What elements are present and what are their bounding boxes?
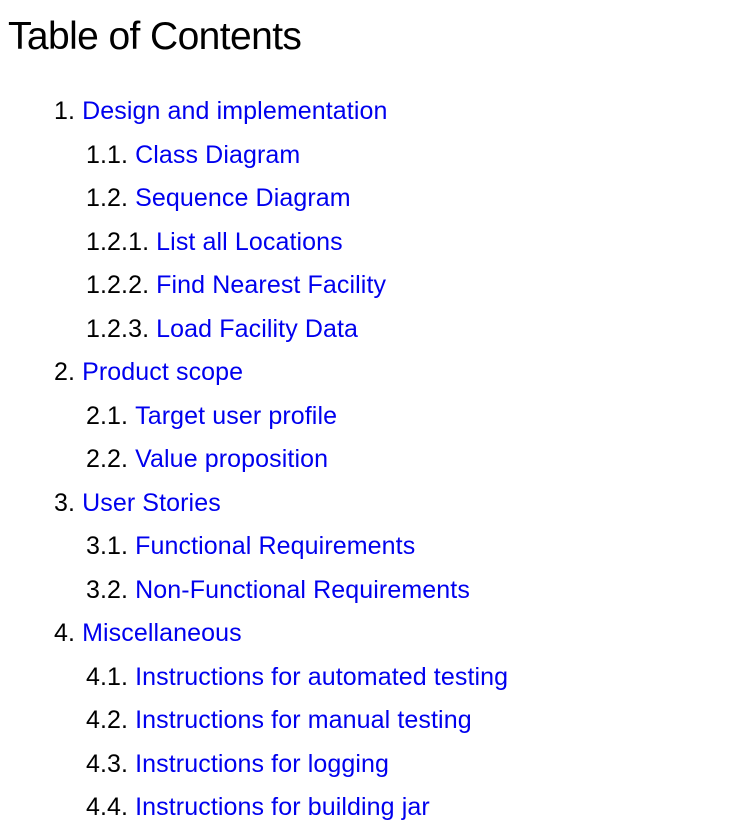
toc-item-list-all-locations: 1.2.1. List all Locations <box>0 221 750 265</box>
toc-item-number: 3. <box>54 488 76 517</box>
toc-item-number: 2.2. <box>86 445 129 474</box>
toc-link-non-functional-requirements[interactable]: Non-Functional Requirements <box>135 576 470 605</box>
toc-link-instructions-automated-testing[interactable]: Instructions for automated testing <box>135 663 508 692</box>
toc-link-value-proposition[interactable]: Value proposition <box>135 445 328 474</box>
toc-item-number: 4.2. <box>86 706 129 735</box>
toc-item-value-proposition: 2.2. Value proposition <box>0 438 750 482</box>
toc-item-number: 4.3. <box>86 749 129 778</box>
toc-item-find-nearest-facility: 1.2.2. Find Nearest Facility <box>0 264 750 308</box>
toc-item-target-user-profile: 2.1. Target user profile <box>0 395 750 439</box>
toc-item-functional-requirements: 3.1. Functional Requirements <box>0 525 750 569</box>
toc-item-load-facility-data: 1.2.3. Load Facility Data <box>0 308 750 352</box>
toc-item-number: 4.1. <box>86 662 129 691</box>
toc-item-instructions-manual-testing: 4.2. Instructions for manual testing <box>0 699 750 743</box>
toc-link-target-user-profile[interactable]: Target user profile <box>135 402 337 431</box>
toc-link-instructions-manual-testing[interactable]: Instructions for manual testing <box>135 706 472 735</box>
toc-link-instructions-building-jar[interactable]: Instructions for building jar <box>135 793 430 822</box>
toc-item-instructions-logging: 4.3. Instructions for logging <box>0 743 750 787</box>
toc-link-functional-requirements[interactable]: Functional Requirements <box>135 532 415 561</box>
toc-link-sequence-diagram[interactable]: Sequence Diagram <box>135 184 351 213</box>
toc-item-instructions-automated-testing: 4.1. Instructions for automated testing <box>0 656 750 700</box>
toc-item-number: 1.2.3. <box>86 314 150 343</box>
toc-item-miscellaneous: 4. Miscellaneous <box>0 612 750 656</box>
toc-item-number: 2.1. <box>86 401 129 430</box>
toc-link-class-diagram[interactable]: Class Diagram <box>135 141 300 170</box>
toc-link-find-nearest-facility[interactable]: Find Nearest Facility <box>156 271 386 300</box>
toc-item-product-scope: 2. Product scope <box>0 351 750 395</box>
toc-link-product-scope[interactable]: Product scope <box>82 358 243 387</box>
toc-link-user-stories[interactable]: User Stories <box>82 489 221 518</box>
toc-item-number: 2. <box>54 358 76 387</box>
toc-item-number: 1.1. <box>86 140 129 169</box>
toc-item-number: 1.2. <box>86 184 129 213</box>
toc-link-design-and-implementation[interactable]: Design and implementation <box>82 97 387 126</box>
toc-link-instructions-logging[interactable]: Instructions for logging <box>135 750 389 779</box>
toc-item-instructions-building-jar: 4.4. Instructions for building jar <box>0 786 750 830</box>
toc-item-class-diagram: 1.1. Class Diagram <box>0 134 750 178</box>
toc-item-sequence-diagram: 1.2. Sequence Diagram <box>0 177 750 221</box>
toc-item-number: 3.1. <box>86 532 129 561</box>
toc-item-number: 1.2.1. <box>86 227 150 256</box>
toc-item-number: 1.2.2. <box>86 271 150 300</box>
toc-item-number: 1. <box>54 97 76 126</box>
toc-link-load-facility-data[interactable]: Load Facility Data <box>156 315 358 344</box>
toc-item-design-and-implementation: 1. Design and implementation <box>0 90 750 134</box>
toc-link-list-all-locations[interactable]: List all Locations <box>156 228 343 257</box>
page-title: Table of Contents <box>8 15 302 58</box>
toc-item-non-functional-requirements: 3.2. Non-Functional Requirements <box>0 569 750 613</box>
table-of-contents: 1. Design and implementation 1.1. Class … <box>0 90 750 830</box>
toc-item-number: 4. <box>54 619 76 648</box>
toc-link-miscellaneous[interactable]: Miscellaneous <box>82 619 242 648</box>
toc-item-number: 3.2. <box>86 575 129 604</box>
toc-item-number: 4.4. <box>86 793 129 822</box>
toc-item-user-stories: 3. User Stories <box>0 482 750 526</box>
